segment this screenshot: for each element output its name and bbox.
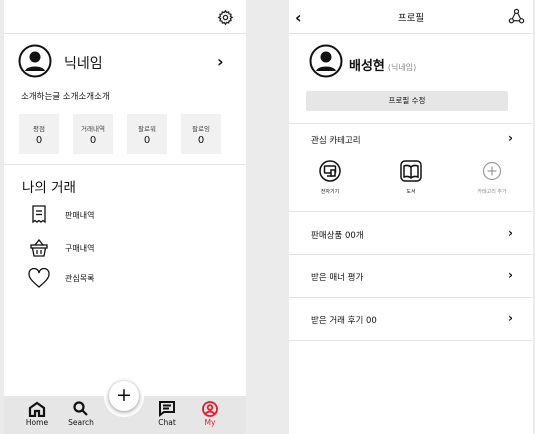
divider: [289, 123, 533, 124]
stat-value: 0: [35, 135, 43, 146]
avatar: [309, 44, 343, 78]
category-label: 전자기기: [320, 189, 340, 195]
menu-item-wishlist[interactable]: 관심목록: [28, 266, 94, 290]
interest-category-title: 관심 카테고리: [311, 136, 361, 146]
add-circle-icon: [481, 160, 503, 182]
chevron-right-icon[interactable]: ›: [508, 131, 513, 145]
nickname: 닉네임: [64, 56, 103, 72]
stat-value: 0: [89, 135, 97, 146]
tab-label: My: [204, 418, 216, 427]
chevron-right-icon[interactable]: ›: [508, 226, 513, 240]
gear-icon[interactable]: [217, 9, 234, 26]
menu-item-label: 판매내역: [65, 210, 95, 220]
stat-rating[interactable]: 평점 0: [19, 114, 59, 154]
divider: [289, 297, 533, 298]
profile-nickname: (닉네임): [387, 63, 417, 72]
tab-home[interactable]: Home: [16, 396, 58, 434]
menu-item-label: 관심목록: [65, 273, 95, 283]
divider: [289, 254, 533, 255]
chevron-right-icon[interactable]: ›: [508, 311, 513, 325]
manner-rating-row[interactable]: 받은 매너 평가: [311, 271, 363, 283]
tab-label: Chat: [158, 418, 176, 427]
profile-chevron-icon[interactable]: ›: [217, 52, 224, 71]
avatar[interactable]: [18, 44, 52, 78]
tab-label: Search: [68, 418, 94, 427]
sales-items-row[interactable]: 판매상품 00개: [311, 229, 364, 241]
category-label: 도서: [406, 189, 416, 195]
book-icon: [400, 160, 422, 182]
stat-transactions[interactable]: 거래내역 0: [73, 114, 113, 154]
intro-text: 소개하는글 소개소개소개: [21, 92, 110, 102]
page-title: 프로필: [397, 13, 425, 24]
chevron-right-icon[interactable]: ›: [508, 268, 513, 282]
tab-label: Home: [25, 418, 49, 427]
divider: [4, 164, 246, 165]
stat-value: 0: [143, 135, 151, 146]
add-button[interactable]: +: [109, 381, 139, 411]
reviews-row[interactable]: 받은 거래 후기 00: [311, 314, 377, 326]
divider: [4, 33, 246, 34]
tab-my[interactable]: My: [189, 396, 231, 434]
divider: [289, 33, 533, 34]
category-electronics[interactable]: 전자기기: [308, 160, 352, 195]
category-add[interactable]: 카테고리 추가: [470, 160, 514, 195]
receipt-icon: [28, 204, 50, 226]
edit-profile-button[interactable]: 프로필 수정: [306, 91, 508, 111]
category-books[interactable]: 도서: [389, 160, 433, 195]
stat-label: 팔로워: [138, 125, 156, 133]
category-label: 카테고리 추가: [477, 189, 507, 195]
tab-chat[interactable]: Chat: [146, 396, 188, 434]
basket-icon: [28, 237, 50, 259]
share-icon[interactable]: [508, 8, 525, 25]
home-icon: [28, 401, 46, 417]
tab-search[interactable]: Search: [60, 396, 102, 434]
user-circle-icon: [202, 401, 218, 417]
menu-item-purchases[interactable]: 구매내역: [28, 236, 94, 260]
stat-following[interactable]: 팔로잉 0: [181, 114, 221, 154]
search-icon: [73, 401, 88, 416]
divider: [289, 340, 533, 341]
my-page-screen: 닉네임 › 소개하는글 소개소개소개 평점 0 거래내역 0 팔로워 0 팔로잉…: [4, 0, 246, 434]
electronics-icon: [319, 160, 341, 182]
menu-item-label: 구매내역: [65, 243, 95, 253]
menu-item-sales[interactable]: 판매내역: [28, 203, 94, 227]
stat-value: 0: [197, 135, 205, 146]
divider: [289, 211, 533, 212]
stat-label: 평점: [33, 125, 45, 133]
profile-name-text: 배성현: [349, 59, 385, 74]
section-title: 나의 거래: [22, 180, 76, 196]
heart-icon: [28, 267, 50, 289]
stat-label: 팔로잉: [192, 125, 210, 133]
chat-icon: [159, 401, 175, 417]
profile-screen: ‹ 프로필 배성현 (닉네임) 프로필 수정 관심 카테고리 › 전자기기 도서…: [289, 0, 533, 434]
stat-followers[interactable]: 팔로워 0: [127, 114, 167, 154]
stat-label: 거래내역: [81, 125, 105, 133]
profile-name: 배성현 (닉네임): [349, 55, 416, 74]
